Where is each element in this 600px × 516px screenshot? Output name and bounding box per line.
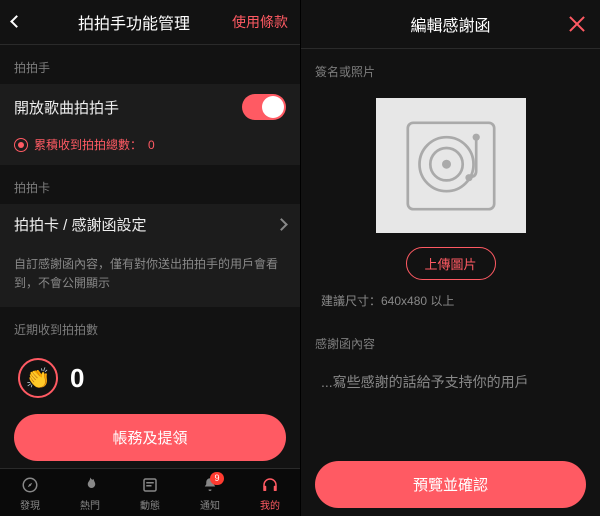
clap-total-value: 0: [148, 138, 155, 152]
tab-discover[interactable]: 發現: [0, 475, 60, 512]
page-title: 拍拍手功能管理: [36, 10, 232, 34]
header: 拍拍手功能管理 使用條款: [0, 0, 300, 45]
record-icon: [406, 121, 496, 211]
tab-feed[interactable]: 動態: [120, 475, 180, 512]
edit-screen: 編輯感謝函 簽名或照片 上傳圖片 建議尺寸：640x480 以上 感謝函內容 .…: [300, 0, 600, 516]
section-label-content: 感謝函內容: [301, 321, 600, 360]
headphones-icon: [261, 475, 279, 495]
settings-screen: 拍拍手功能管理 使用條款 拍拍手 開放歌曲拍拍手 累積收到拍拍總數： 0 拍拍卡…: [0, 0, 300, 516]
radio-icon: [14, 138, 28, 152]
compass-icon: [21, 475, 39, 495]
header: 編輯感謝函: [301, 0, 600, 49]
feed-icon: [141, 475, 159, 495]
back-button[interactable]: [12, 13, 36, 31]
claim-button[interactable]: 帳務及提領: [14, 414, 286, 461]
upload-button[interactable]: 上傳圖片: [406, 247, 496, 280]
tab-mine[interactable]: 我的: [240, 475, 300, 512]
chevron-right-icon: [275, 218, 288, 231]
card-settings-row[interactable]: 拍拍卡 / 感謝函設定: [0, 204, 300, 245]
confirm-button[interactable]: 預覽並確認: [315, 461, 586, 508]
chevron-left-icon: [10, 15, 23, 28]
content-textarea[interactable]: ...寫些感謝的話給予支持你的用戶: [317, 362, 584, 402]
page-title: 編輯感謝函: [333, 12, 568, 36]
size-hint: 建議尺寸：640x480 以上: [301, 290, 600, 321]
card-settings-label: 拍拍卡 / 感謝函設定: [14, 214, 147, 235]
card-settings-desc: 自訂感謝函內容，僅有對你送出拍拍手的用戶會看到，不會公開顯示: [0, 245, 300, 307]
open-clap-row: 開放歌曲拍拍手: [0, 84, 300, 130]
tab-bar: 發現 熱門 動態 9 通知 我的: [0, 468, 300, 516]
open-clap-toggle[interactable]: [242, 94, 286, 120]
section-label-card: 拍拍卡: [0, 165, 300, 204]
close-button[interactable]: [568, 15, 586, 33]
clap-icon: 👏: [18, 358, 58, 398]
clap-total-row: 累積收到拍拍總數： 0: [0, 130, 300, 165]
tab-notify[interactable]: 9 通知: [180, 475, 240, 512]
open-clap-label: 開放歌曲拍拍手: [14, 97, 119, 118]
flame-icon: [81, 475, 99, 495]
recent-count: 0: [70, 363, 84, 394]
section-label-signature: 簽名或照片: [301, 49, 600, 88]
clap-total-label: 累積收到拍拍總數：: [34, 136, 142, 153]
section-label-clap: 拍拍手: [0, 45, 300, 84]
image-preview: [376, 98, 526, 233]
tab-hot[interactable]: 熱門: [60, 475, 120, 512]
section-label-recent: 近期收到拍拍數: [0, 307, 300, 346]
notify-badge: 9: [210, 472, 224, 485]
terms-link[interactable]: 使用條款: [232, 12, 288, 32]
recent-count-row: 👏 0: [0, 346, 300, 414]
